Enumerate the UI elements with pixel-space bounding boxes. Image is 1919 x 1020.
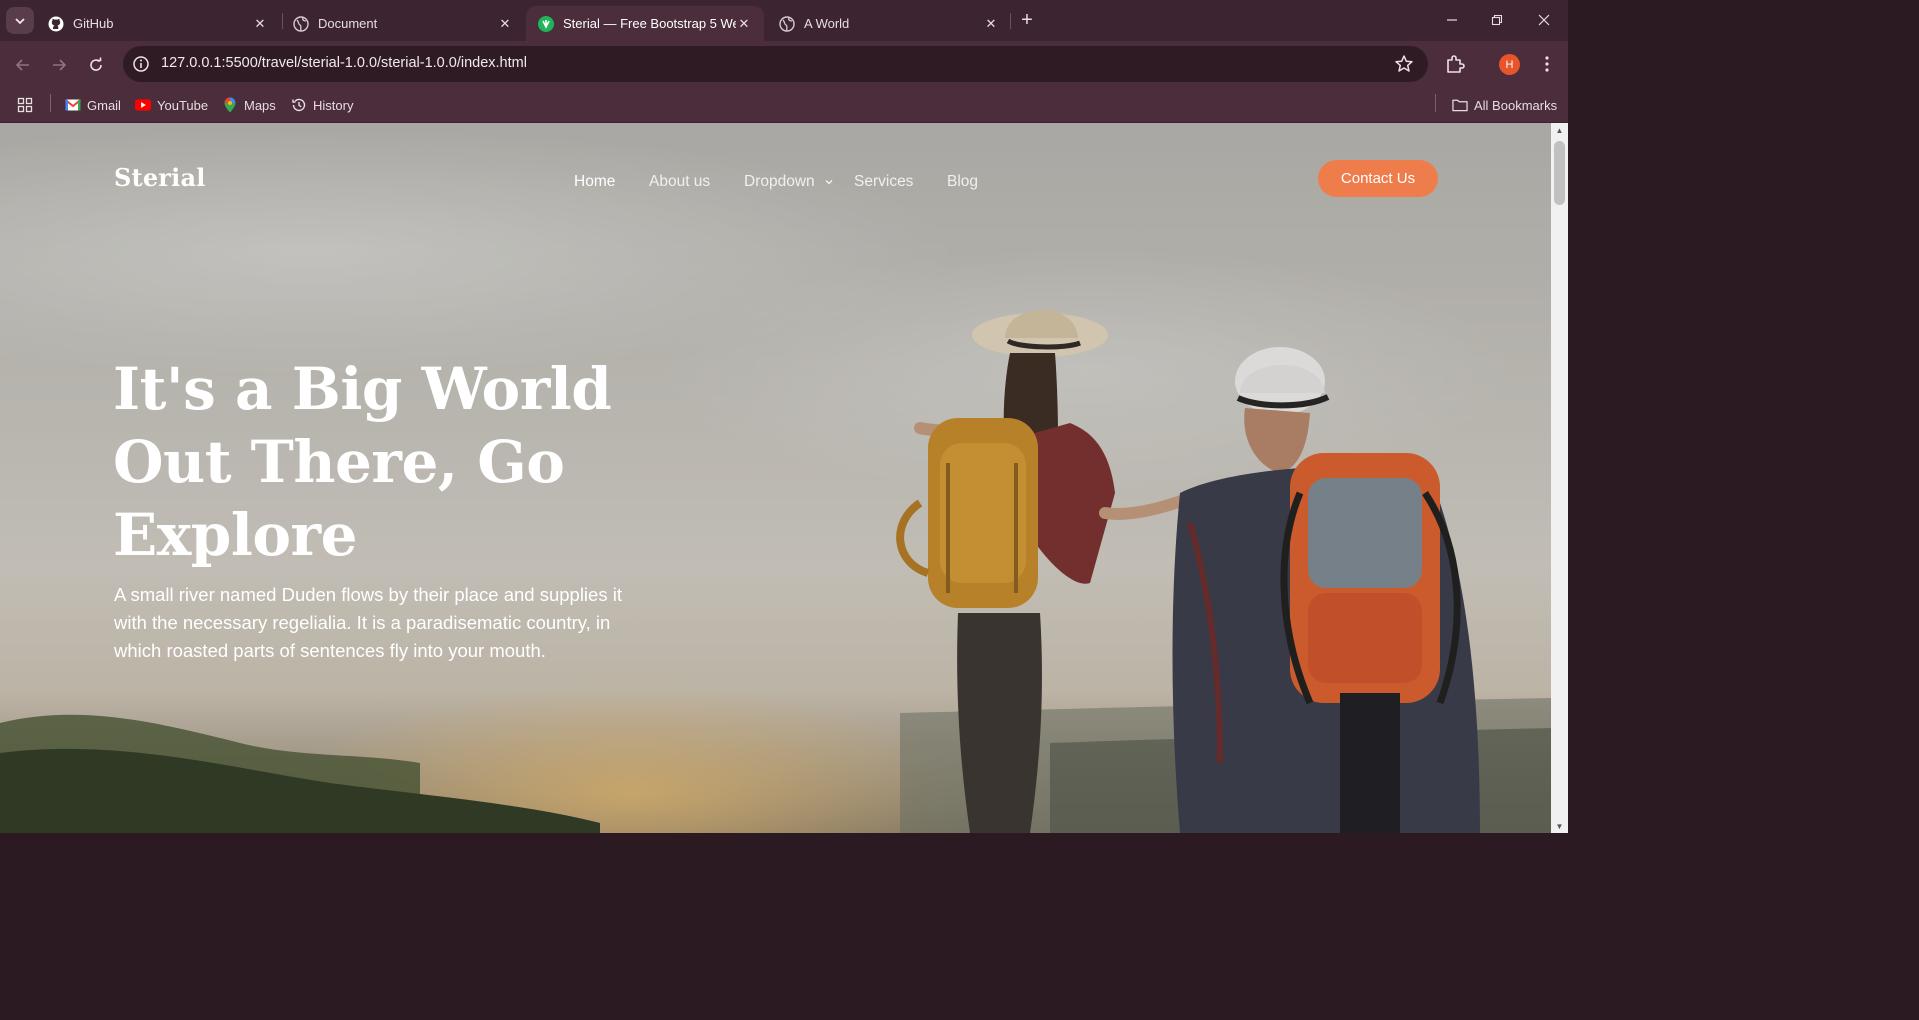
- nav-home[interactable]: Home: [574, 172, 615, 192]
- bookmark-history[interactable]: History: [291, 95, 353, 115]
- tab-title: Document: [318, 16, 378, 31]
- sterial-leaf-icon: [538, 15, 554, 32]
- all-bookmarks-label: All Bookmarks: [1474, 97, 1558, 113]
- nav-dropdown[interactable]: Dropdown: [744, 172, 834, 192]
- youtube-icon: [135, 97, 151, 113]
- close-tab-icon[interactable]: ✕: [252, 16, 268, 32]
- arrow-right-icon: [53, 59, 67, 71]
- more-vertical-icon: [1545, 56, 1549, 72]
- new-tab-button[interactable]: +: [1016, 9, 1038, 31]
- scroll-up-icon[interactable]: ▲: [1551, 123, 1568, 137]
- bookmark-label: Maps: [244, 97, 276, 113]
- tab-sterial[interactable]: Sterial — Free Bootstrap 5 Web ✕: [526, 6, 764, 41]
- close-window-button[interactable]: [1533, 9, 1555, 31]
- restore-icon: [1491, 14, 1503, 26]
- tab-title: Sterial — Free Bootstrap 5 Web: [563, 16, 736, 31]
- bookmark-label: History: [313, 97, 354, 113]
- nav-blog[interactable]: Blog: [947, 172, 978, 192]
- chevron-down-icon: [825, 180, 833, 185]
- profile-avatar[interactable]: H: [1499, 54, 1520, 75]
- nav-dropdown-label: Dropdown: [744, 173, 815, 190]
- close-tab-icon[interactable]: ✕: [497, 16, 513, 32]
- arrow-left-icon: [15, 59, 29, 71]
- browser-toolbar: 127.0.0.1:5500/travel/sterial-1.0.0/ster…: [0, 41, 1568, 88]
- tab-search-button[interactable]: [6, 7, 34, 34]
- back-button[interactable]: [10, 52, 36, 78]
- tab-a-world[interactable]: A World ✕: [767, 6, 1011, 41]
- tab-strip: GitHub ✕ Document ✕ Sterial — Free Boots…: [0, 0, 1568, 41]
- bookmarks-divider: [50, 94, 51, 112]
- tab-title: GitHub: [73, 16, 114, 31]
- bookmark-youtube[interactable]: YouTube: [135, 95, 208, 115]
- page-viewport: Sterial Home About us Dropdown Services …: [0, 123, 1551, 833]
- globe-icon: [779, 15, 795, 32]
- github-icon: [48, 16, 64, 32]
- gmail-icon: [65, 97, 81, 113]
- tab-github[interactable]: GitHub ✕: [36, 6, 280, 41]
- minimize-button[interactable]: [1441, 9, 1463, 31]
- bookmarks-bar: Gmail YouTube Maps History All Bookmarks: [0, 88, 1568, 123]
- globe-icon: [293, 15, 309, 32]
- nav-about-us[interactable]: About us: [649, 172, 710, 192]
- reload-icon: [90, 57, 102, 71]
- minimize-icon: [1447, 19, 1457, 21]
- contact-us-button[interactable]: Contact Us: [1318, 160, 1438, 197]
- maps-icon: [222, 97, 238, 113]
- nav-services[interactable]: Services: [854, 172, 913, 192]
- bookmark-gmail[interactable]: Gmail: [65, 95, 121, 115]
- scroll-down-icon[interactable]: ▼: [1551, 819, 1568, 833]
- tab-title: A World: [804, 16, 850, 31]
- close-icon: [1538, 14, 1550, 26]
- page-scrollbar[interactable]: ▲ ▼: [1551, 123, 1568, 833]
- all-bookmarks-button[interactable]: All Bookmarks: [1452, 95, 1557, 115]
- bookmarks-divider: [1435, 94, 1436, 112]
- apps-button[interactable]: [17, 95, 39, 115]
- reload-button[interactable]: [83, 52, 109, 78]
- bookmark-label: YouTube: [157, 97, 209, 113]
- bookmark-maps[interactable]: Maps: [222, 95, 276, 115]
- extensions-puzzle-icon[interactable]: [1444, 52, 1468, 76]
- bookmark-star-icon[interactable]: [1394, 54, 1414, 74]
- scrollbar-thumb[interactable]: [1554, 141, 1565, 205]
- close-tab-icon[interactable]: ✕: [983, 16, 999, 32]
- tab-divider: [1010, 13, 1011, 29]
- restore-button[interactable]: [1486, 9, 1508, 31]
- url-text[interactable]: 127.0.0.1:5500/travel/sterial-1.0.0/ster…: [161, 55, 527, 71]
- history-icon: [291, 97, 307, 113]
- hero-description: A small river named Duden flows by their…: [114, 584, 622, 661]
- site-logo[interactable]: Sterial: [114, 163, 206, 192]
- address-bar[interactable]: 127.0.0.1:5500/travel/sterial-1.0.0/ster…: [123, 46, 1428, 82]
- tab-document[interactable]: Document ✕: [281, 6, 525, 41]
- folder-icon: [1452, 97, 1468, 113]
- hero-title: It's a Big World Out There, Go Explore: [113, 355, 612, 569]
- browser-menu-button[interactable]: [1537, 52, 1557, 76]
- site-info-icon[interactable]: [132, 55, 150, 73]
- chevron-down-icon: [15, 17, 25, 24]
- apps-grid-icon: [17, 97, 33, 113]
- close-tab-icon[interactable]: ✕: [736, 16, 752, 32]
- forward-button[interactable]: [46, 52, 72, 78]
- bookmark-label: Gmail: [87, 97, 121, 113]
